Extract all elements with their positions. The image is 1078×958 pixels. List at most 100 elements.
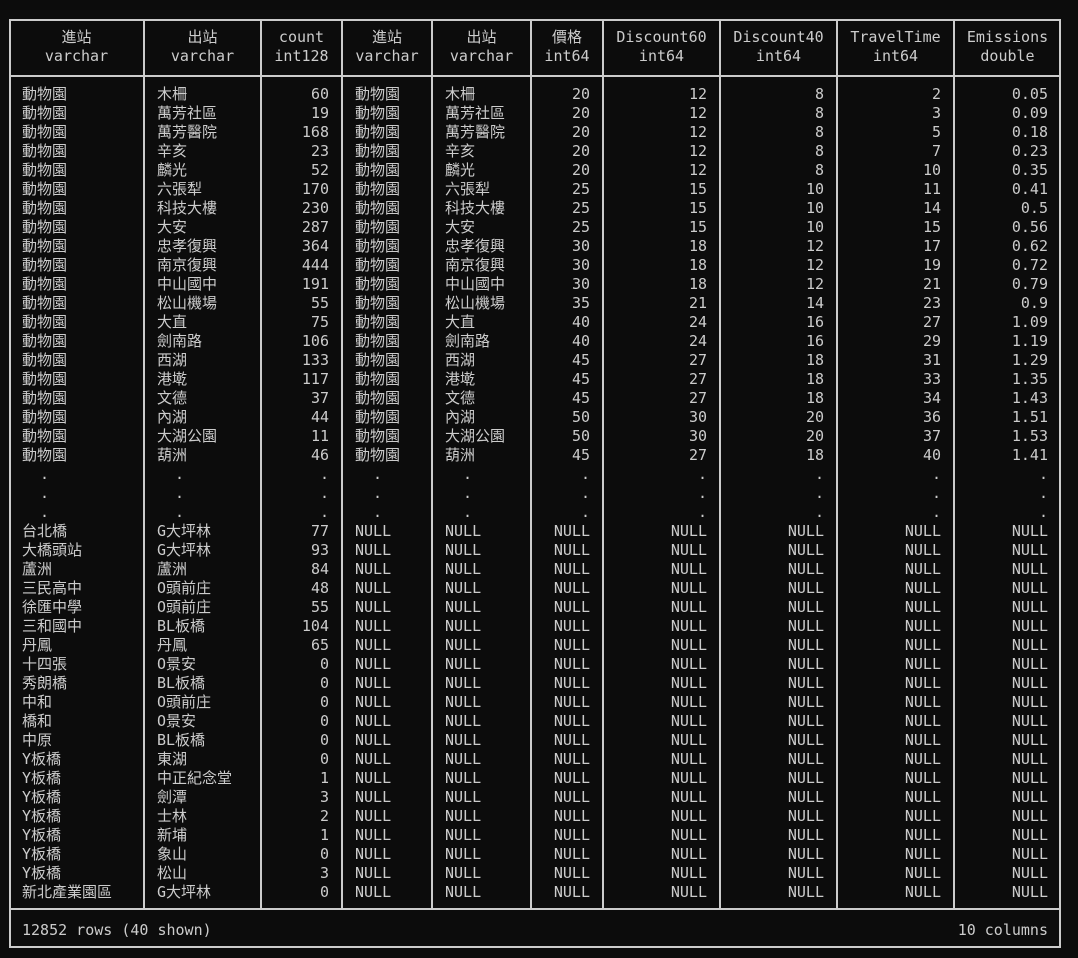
- table-cell: Y板橋: [22, 769, 62, 787]
- table-row: 動物園 萬芳醫院 168 動物園 萬芳醫院 20 12 8 5 0.18: [0, 123, 1078, 142]
- column-header[interactable]: 出站 varchar: [432, 28, 531, 68]
- table-cell: 大安: [157, 218, 188, 236]
- table-cell: 0.9: [1020, 294, 1048, 312]
- table-cell: 36: [922, 408, 941, 426]
- table-cell: 46: [310, 446, 329, 464]
- column-header[interactable]: TravelTime int64: [837, 28, 954, 68]
- table-cell: Y板橋: [22, 845, 62, 863]
- table-row: 三民高中 O頭前庄 48 NULL NULL NULL NULL NULL NULL NULL: [0, 579, 1078, 598]
- table-cell: 15: [688, 180, 707, 198]
- table-cell: 30: [571, 237, 590, 255]
- table-cell: NULL: [553, 655, 590, 673]
- table-row: 動物園 科技大樓 230 動物園 科技大樓 25 15 10 14 0.5: [0, 199, 1078, 218]
- table-cell: 0: [319, 845, 329, 863]
- table-cell: 48: [310, 579, 329, 597]
- column-name: Discount60: [616, 28, 707, 46]
- table-cell: NULL: [445, 617, 482, 635]
- table-cell: 45: [571, 351, 590, 369]
- table-row: 大橋頭站 G大坪林 93 NULL NULL NULL NULL NULL NULL NULL: [0, 541, 1078, 560]
- table-cell: 25: [571, 218, 590, 236]
- table-cell: 40: [571, 332, 590, 350]
- column-type: varchar: [170, 47, 235, 65]
- column-header[interactable]: Emissions double: [954, 28, 1061, 68]
- table-cell: 中和: [22, 693, 53, 711]
- table-cell: 50: [571, 427, 590, 445]
- table-cell: 0: [319, 883, 329, 901]
- table-cell: NULL: [670, 655, 707, 673]
- table-cell: 11: [310, 427, 329, 445]
- table-cell: 8: [814, 142, 824, 160]
- table-cell: 15: [688, 218, 707, 236]
- table-row: Y板橋 劍潭 3 NULL NULL NULL NULL NULL NULL NULL: [0, 788, 1078, 807]
- table-cell: Y板橋: [22, 807, 62, 825]
- table-cell: 25: [571, 199, 590, 217]
- ellipsis-cell: .: [463, 503, 473, 521]
- table-cell: 三和國中: [22, 617, 83, 635]
- table-cell: NULL: [670, 788, 707, 806]
- table-cell: 動物園: [355, 427, 401, 445]
- table-cell: 10: [805, 199, 824, 217]
- table-cell: O頭前庄: [157, 598, 212, 616]
- table-cell: 170: [301, 180, 329, 198]
- column-header[interactable]: 價格 int64: [531, 28, 603, 68]
- table-cell: NULL: [670, 636, 707, 654]
- table-cell: 大湖公園: [157, 427, 218, 445]
- table-cell: NULL: [445, 560, 482, 578]
- table-cell: 動物園: [22, 370, 68, 388]
- table-cell: 六張犁: [445, 180, 491, 198]
- table-cell: 動物園: [22, 389, 68, 407]
- table-cell: O頭前庄: [157, 693, 212, 711]
- table-cell: 18: [805, 446, 824, 464]
- table-cell: 77: [310, 522, 329, 540]
- ellipsis-cell: .: [814, 465, 824, 483]
- table-cell: 內湖: [157, 408, 188, 426]
- table-cell: NULL: [445, 883, 482, 901]
- ellipsis-cell: .: [175, 484, 185, 502]
- table-cell: NULL: [553, 541, 590, 559]
- table-cell: 37: [310, 389, 329, 407]
- table-cell: 動物園: [22, 180, 68, 198]
- ellipsis-cell: .: [463, 484, 473, 502]
- table-row: 動物園 大安 287 動物園 大安 25 15 10 15 0.56: [0, 218, 1078, 237]
- table-cell: 中原: [22, 731, 53, 749]
- table-cell: 16: [805, 332, 824, 350]
- table-cell: NULL: [355, 750, 392, 768]
- column-header[interactable]: Discount40 int64: [720, 28, 837, 68]
- ellipsis-cell: .: [319, 503, 329, 521]
- ellipsis-cell: .: [1038, 465, 1048, 483]
- table-cell: 1.53: [1011, 427, 1048, 445]
- table-cell: 84: [310, 560, 329, 578]
- ellipsis-cell: .: [697, 484, 707, 502]
- table-cell: Y板橋: [22, 826, 62, 844]
- table-cell: 55: [310, 294, 329, 312]
- column-header[interactable]: count int128: [261, 28, 342, 68]
- column-header[interactable]: 出站 varchar: [144, 28, 261, 68]
- table-cell: 3: [319, 864, 329, 882]
- table-cell: NULL: [355, 731, 392, 749]
- table-cell: NULL: [355, 712, 392, 730]
- table-cell: 40: [922, 446, 941, 464]
- column-header[interactable]: 進站 varchar: [342, 28, 432, 68]
- table-cell: 動物園: [22, 256, 68, 274]
- table-row: 動物園 葫洲 46 動物園 葫洲 45 27 18 40 1.41: [0, 446, 1078, 465]
- table-cell: NULL: [670, 769, 707, 787]
- table-cell: NULL: [1011, 769, 1048, 787]
- table-cell: NULL: [445, 731, 482, 749]
- table-cell: 15: [688, 199, 707, 217]
- table-cell: 133: [301, 351, 329, 369]
- table-cell: NULL: [355, 807, 392, 825]
- table-cell: NULL: [1011, 807, 1048, 825]
- table-cell: 12: [688, 142, 707, 160]
- column-header[interactable]: Discount60 int64: [603, 28, 720, 68]
- table-cell: NULL: [553, 769, 590, 787]
- table-cell: NULL: [1011, 636, 1048, 654]
- table-cell: 動物園: [22, 275, 68, 293]
- table-cell: NULL: [553, 598, 590, 616]
- table-cell: 31: [922, 351, 941, 369]
- column-header[interactable]: 進站 varchar: [9, 28, 144, 68]
- table-cell: NULL: [1011, 788, 1048, 806]
- table-cell: NULL: [553, 674, 590, 692]
- table-row: 動物園 南京復興 444 動物園 南京復興 30 18 12 19 0.72: [0, 256, 1078, 275]
- table-cell: NULL: [670, 807, 707, 825]
- table-cell: NULL: [553, 750, 590, 768]
